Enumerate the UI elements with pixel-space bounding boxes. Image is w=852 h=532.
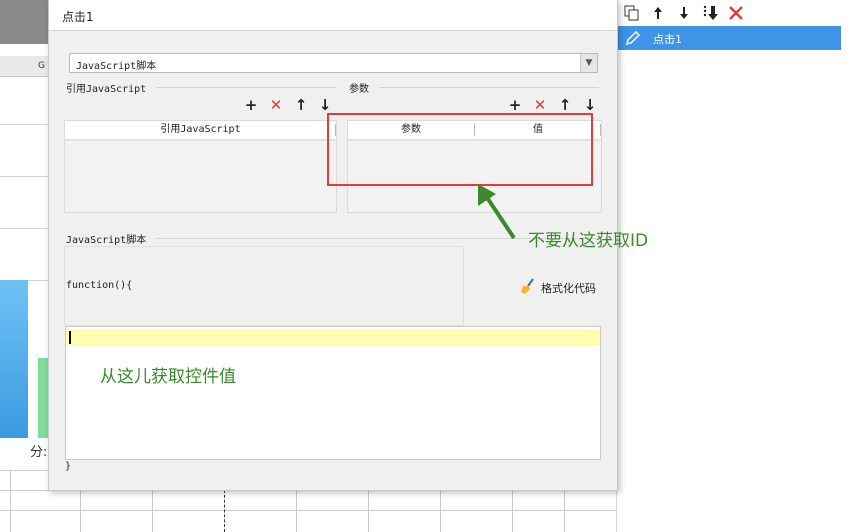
annotation-text: 从这儿获取控件值 [100, 367, 236, 387]
chart-bar [38, 358, 48, 438]
script-type-value: JavaScript脚本 [76, 61, 157, 72]
arrow-down-icon[interactable]: ↓ [317, 97, 333, 113]
axis-label: 分: [30, 445, 48, 460]
chevron-down-icon[interactable]: ▼ [580, 54, 597, 72]
format-code-label: 格式化代码 [541, 282, 596, 295]
copy-icon[interactable] [623, 4, 641, 22]
highlight-box [327, 113, 593, 186]
code-header: function(){ [64, 246, 464, 326]
arrow-up-icon[interactable]: ↑ [557, 97, 573, 113]
arrow-down-icon[interactable]: ↓ [582, 97, 598, 113]
annotation-text: 不要从这获取ID [528, 231, 649, 251]
current-line-highlight [66, 329, 600, 346]
broom-icon [519, 277, 537, 295]
list-item-selected[interactable]: 点击1 [618, 26, 841, 50]
dialog-title: 点击1 [62, 10, 94, 24]
script-type-select[interactable]: JavaScript脚本 ▼ [69, 53, 598, 73]
code-function-tail: } [65, 461, 72, 472]
annotation-arrow [478, 184, 516, 240]
column-letter: G [38, 61, 45, 71]
delete-icon[interactable] [727, 4, 745, 22]
add-icon[interactable]: + [507, 97, 523, 113]
code-function-head: function(){ [66, 280, 133, 291]
dialog-titlebar: 点击1 [49, 0, 617, 31]
pencil-icon [624, 29, 642, 47]
script-label: JavaScript脚本 [66, 235, 147, 246]
page-break-line [224, 490, 225, 532]
list-item-label: 点击1 [653, 33, 682, 46]
params-label: 参数 [349, 84, 369, 95]
ref-js-label: 引用JavaScript [66, 84, 147, 95]
delete-icon[interactable]: ✕ [532, 97, 548, 113]
code-editor[interactable] [65, 326, 601, 460]
add-icon[interactable]: + [243, 97, 259, 113]
text-caret [69, 331, 71, 344]
chart-bar [0, 280, 28, 438]
event-list-panel: 点击1 [616, 0, 852, 532]
column-header: 引用JavaScript [65, 121, 336, 141]
ref-js-table: 引用JavaScript [64, 120, 337, 213]
arrow-down-icon[interactable] [675, 4, 693, 22]
move-bottom-icon[interactable] [701, 4, 719, 22]
arrow-up-icon[interactable]: ↑ [293, 97, 309, 113]
toolbar-area [0, 0, 48, 44]
delete-icon[interactable]: ✕ [268, 97, 284, 113]
arrow-up-icon[interactable] [649, 4, 667, 22]
